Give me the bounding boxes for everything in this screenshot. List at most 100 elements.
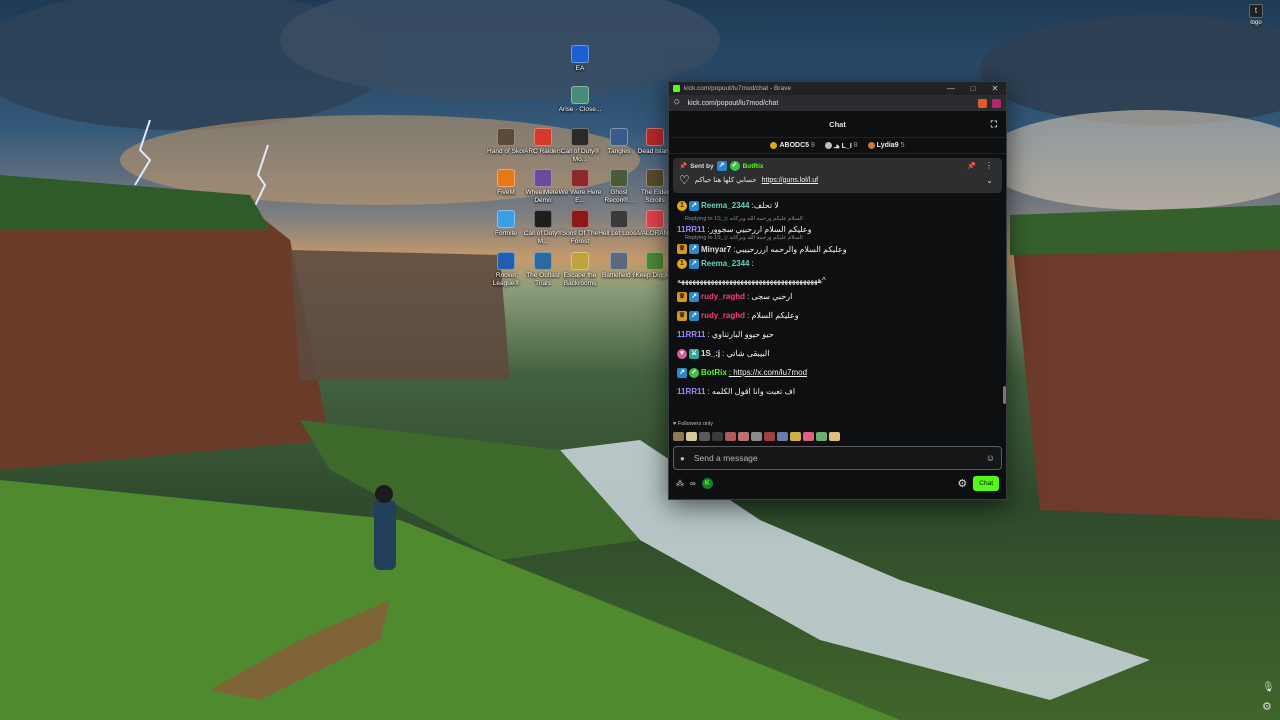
verified-badge-icon: ✓ [729,161,740,171]
chat-username[interactable]: 11RR11 [677,330,705,339]
emote-icon[interactable] [712,431,723,441]
hell-let-loose-game-icon [610,210,628,228]
tangles-game-icon [610,128,628,146]
emote-icon[interactable] [738,431,749,441]
subscriber-badge-icon: ↗ [689,310,699,321]
valorant-game-icon [646,210,664,228]
pinned-text: حسابي كلها هنا حياكم [694,177,757,184]
brave-shields-icon[interactable] [978,98,987,108]
reply-context[interactable]: Replying to 1S_:j: السلام عليكم ورحمة ال… [677,234,998,242]
message-placeholder[interactable]: Send a message [694,453,986,463]
emote-icon[interactable] [829,431,840,441]
chat-username[interactable]: Reema_2344 [701,201,749,210]
chat-link[interactable]: : https://x.com/lu7mod [729,368,807,377]
leaderboard-entry[interactable]: ABODC5 8 [770,142,815,149]
logo-file-icon: t [1249,4,1263,18]
chat-message-continuation[interactable]: ههههههههههههههههههههههههههههههههههههههه^ [677,273,998,287]
emote-icon[interactable] [699,431,710,441]
gift-rank-badge-icon: 1 [677,258,687,269]
subscriber-badge-icon: ↗ [689,258,699,269]
minimize-button[interactable]: — [940,84,962,93]
chat-message[interactable]: ♛ ↗ rudy_raghd : ارحبي سجى [677,287,998,306]
desktop-wallpaper [0,0,1280,720]
desktop-icon-logo[interactable]: t logo [1244,4,1268,26]
chat-username[interactable]: BotRix [701,368,727,377]
unpin-icon[interactable]: 📌 [967,162,976,170]
wheelmeter-game-icon [534,169,552,187]
chat-message[interactable]: 1 ↗ Reema_2344 :لا تحلف [677,196,998,215]
microphone-icon[interactable]: 🎙 [1262,682,1275,694]
chat-messages[interactable]: 1 ↗ Reema_2344 :لا تحلف Replying to 1S_:… [669,196,1006,418]
close-button[interactable]: ✕ [984,84,1006,93]
chat-text: ههههههههههههههههههههههههههههههههههههههه^ [677,275,826,285]
chat-scrollbar[interactable] [1003,386,1006,404]
chatters-list-icon[interactable]: ⛶ [991,119,997,130]
send-chat-button[interactable]: Chat [973,475,999,491]
leaderboard-entry[interactable]: Lydia9 5 [867,142,905,149]
call-of-duty-game-icon [534,210,552,228]
chat-message[interactable]: ♛ ↗ rudy_raghd : وعليكم السلام [677,306,998,325]
chat-footer: ⁂ ∞ K ⚙ Chat [669,470,1006,496]
emoji-picker-icon[interactable]: ☺ [986,453,995,463]
emote-icon[interactable] [673,431,684,441]
chat-username[interactable]: 1S_:j [701,349,720,358]
rocket-league-game-icon [497,252,515,270]
chat-message[interactable]: ♥ ⚔ 1S_:j : البيبقى شاتي [677,344,998,363]
chat-username[interactable]: 11RR11 [677,387,705,396]
chat-message[interactable]: 11RR11 : حيو حيوو البارتناوي [677,325,998,344]
fivem-game-icon [497,169,515,187]
maximize-button[interactable]: □ [962,84,984,93]
browser-window: kick.com/popout/lu7mod/chat - Brave — □ … [668,81,1007,500]
chat-message[interactable]: 11RR11 : اف تعبت وانا اقول الكلمه [677,382,998,401]
emote-icon[interactable] [790,431,801,441]
chat-message[interactable]: ↗ ✓ BotRix : https://x.com/lu7mod [677,363,998,382]
emote-icon[interactable] [816,431,827,441]
emote-icon[interactable] [725,431,736,441]
points-value[interactable]: ∞ [690,479,696,488]
gift-leaderboard: ABODC5 8 هـ L_I 8 Lydia9 5 [669,138,1006,154]
chat-username[interactable]: rudy_raghd [701,311,745,320]
verified-badge-icon: ✓ [689,367,699,378]
chat-message[interactable]: Replying to 1S_:j: السلام عليكم ورحمة ال… [677,215,998,234]
emote-icon[interactable] [803,431,814,441]
site-info-icon[interactable]: ⛭ [674,99,680,107]
window-titlebar[interactable]: kick.com/popout/lu7mod/chat - Brave — □ … [669,82,1006,95]
kick-logo-icon[interactable]: K [701,477,713,489]
heart-emote-icon: ♡ [679,173,690,187]
pinned-sender[interactable]: BotRix [743,163,764,170]
bot-badge-icon: ↗ [716,161,727,171]
chat-text: : ارحبي سجى [747,292,793,301]
desktop-icon-arise[interactable]: Arise - Close... [557,86,603,114]
chat-text: : اف تعبت وانا اقول الكلمه [707,387,796,396]
kick-favicon-icon [673,85,680,92]
emote-icon[interactable] [777,431,788,441]
chat-username[interactable]: rudy_raghd [701,292,745,301]
reply-context[interactable]: Replying to 1S_:j: السلام عليكم ورحمة ال… [677,215,998,223]
address-bar[interactable]: ⛭ kick.com/popout/lu7mod/chat [669,95,1006,111]
more-options-icon[interactable]: ⋮ [985,161,993,170]
chat-username[interactable]: 11RR11 [677,225,705,234]
chat-message[interactable]: Replying to 1S_:j: السلام عليكم ورحمة ال… [677,234,998,254]
chat-message[interactable]: 1 ↗ Reema_2344 : [677,254,998,273]
chat-username[interactable]: Reema_2344 [701,259,749,268]
chat-settings-icon[interactable]: ⚙ [957,477,967,490]
desktop-icon-ea[interactable]: EA [557,45,603,73]
emote-icon[interactable] [686,431,697,441]
channel-points-icon[interactable]: ⁂ [676,479,684,488]
chevron-down-icon[interactable]: ⌄ [986,176,993,185]
subscriber-badge-icon: ↗ [689,244,699,254]
leaderboard-entry[interactable]: هـ L_I 8 [824,142,858,150]
brave-rewards-icon[interactable] [992,98,1001,108]
emote-icon[interactable] [764,431,775,441]
settings-gear-icon[interactable]: ⚙ [1262,701,1274,713]
message-input[interactable]: ● Send a message ☺ [673,446,1002,470]
emote-icon[interactable] [751,431,762,441]
url-text[interactable]: kick.com/popout/lu7mod/chat [688,100,978,107]
pinned-message[interactable]: 📌 Sent by ↗ ✓ BotRix ♡ حسابي كلها هنا حي… [673,158,1002,193]
sons-of-the-forest-game-icon [571,210,589,228]
moderator-badge-icon: ⚔ [689,348,699,359]
rank-badge-icon [824,142,832,149]
chat-username[interactable]: Minyar7 [701,245,731,254]
pinned-link[interactable]: https://guns.lol/l.uf [762,177,818,184]
ghost-recon-game-icon [610,169,628,187]
